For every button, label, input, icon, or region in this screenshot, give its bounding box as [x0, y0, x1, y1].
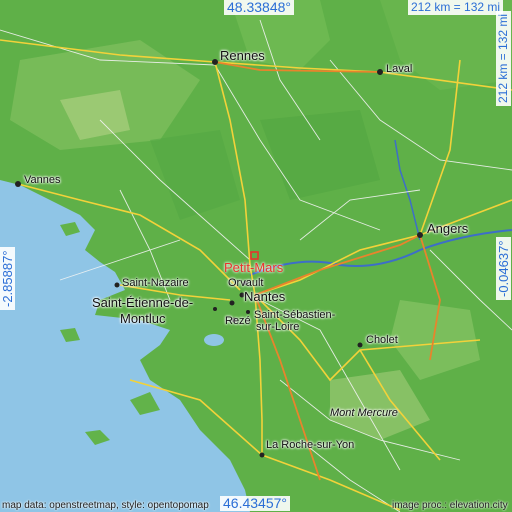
city-label-saint-nazaire: Saint-Nazaire	[122, 277, 189, 289]
city-label-saint-etienne-line1: Saint-Étienne-de-	[92, 295, 194, 310]
city-label-saint-sebastien-line2: sur-Loire	[256, 321, 300, 333]
credit-image-processing: image proc.: elevation.city	[392, 500, 508, 511]
city-label-saint-sebastien-line1: Saint-Sébastien-	[254, 309, 336, 321]
city-label-cholet: Cholet	[366, 334, 398, 346]
city-label-la-roche-sur-yon: La Roche-sur-Yon	[266, 439, 355, 451]
city-label-nantes: Nantes	[244, 289, 286, 304]
city-label-vannes: Vannes	[24, 174, 61, 186]
city-label-saint-etienne-line2: Montluc	[120, 311, 166, 326]
city-label-rennes: Rennes	[220, 48, 265, 63]
longitude-right-label: -0.04637°	[496, 237, 511, 300]
city-label-laval: Laval	[386, 63, 413, 75]
credit-map-data: map data: openstreetmap, style: opentopo…	[2, 500, 209, 511]
city-label-reze: Rezé	[225, 315, 251, 327]
city-label-angers: Angers	[427, 221, 469, 236]
city-label-orvault: Orvault	[228, 277, 264, 289]
scale-right-label: 212 km = 132 mi	[496, 10, 511, 106]
marker-label-petit-mars: Petit-Mars	[224, 260, 284, 275]
city-label-mont-mercure: Mont Mercure	[330, 407, 398, 419]
terrain-map[interactable]	[0, 0, 512, 512]
longitude-left-label: -2.85887°	[0, 247, 15, 310]
latitude-top-label: 48.33848°	[224, 0, 294, 15]
scale-top-label: 212 km = 132 mi	[408, 0, 504, 15]
latitude-bottom-label: 46.43457°	[220, 496, 290, 511]
